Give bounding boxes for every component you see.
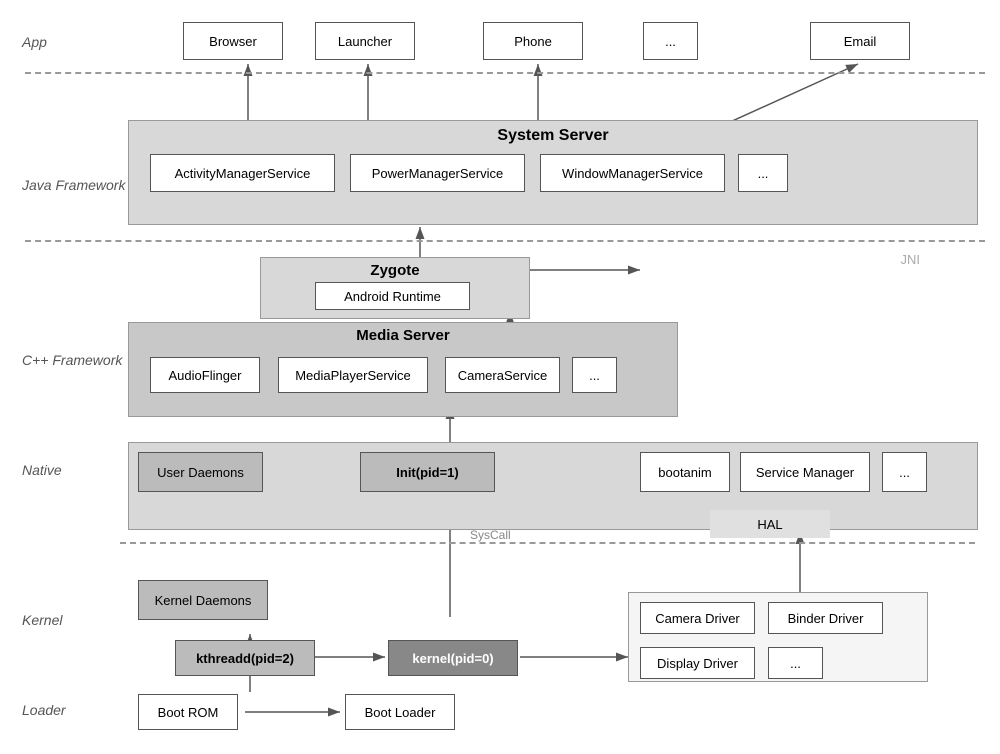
kernel-label: Kernel	[22, 612, 62, 628]
window-manager-service-box: WindowManagerService	[540, 154, 725, 192]
launcher-box: Launcher	[315, 22, 415, 60]
camera-service-box: CameraService	[445, 357, 560, 393]
native-label: Native	[22, 462, 62, 478]
service-manager-box: Service Manager	[740, 452, 870, 492]
init-box: Init(pid=1)	[360, 452, 495, 492]
app-label: App	[22, 34, 47, 50]
media-player-service-box: MediaPlayerService	[278, 357, 428, 393]
zygote-title: Zygote	[260, 262, 530, 279]
app-dots-box: ...	[643, 22, 698, 60]
syscall-line	[120, 542, 975, 544]
phone-box: Phone	[483, 22, 583, 60]
media-server-title: Media Server	[128, 327, 678, 344]
java-label: Java Framework	[22, 177, 125, 193]
kernel-dots-box: ...	[768, 647, 823, 679]
bootanim-box: bootanim	[640, 452, 730, 492]
display-driver-box: Display Driver	[640, 647, 755, 679]
audio-flinger-box: AudioFlinger	[150, 357, 260, 393]
java-dots-box: ...	[738, 154, 788, 192]
email-box: Email	[810, 22, 910, 60]
kthreadd-box: kthreadd(pid=2)	[175, 640, 315, 676]
activity-manager-service-box: ActivityManagerService	[150, 154, 335, 192]
cpp-label: C++ Framework	[22, 352, 122, 368]
power-manager-service-box: PowerManagerService	[350, 154, 525, 192]
camera-driver-box: Camera Driver	[640, 602, 755, 634]
app-dashed-line	[25, 72, 985, 74]
boot-loader-box: Boot Loader	[345, 694, 455, 730]
media-dots-box: ...	[572, 357, 617, 393]
jni-label: JNI	[901, 252, 921, 267]
boot-rom-box: Boot ROM	[138, 694, 238, 730]
kernel-box: kernel(pid=0)	[388, 640, 518, 676]
binder-driver-box: Binder Driver	[768, 602, 883, 634]
diagram-container: Loader Boot ROM Boot Loader Kernel SysCa…	[20, 12, 980, 742]
loader-label: Loader	[22, 702, 66, 718]
user-daemons-box: User Daemons	[138, 452, 263, 492]
java-dashed-line	[25, 240, 985, 242]
kernel-daemons-box: Kernel Daemons	[138, 580, 268, 620]
android-runtime-box: Android Runtime	[315, 282, 470, 310]
system-server-title: System Server	[128, 127, 978, 145]
native-dots-box: ...	[882, 452, 927, 492]
syscall-label: SysCall	[470, 528, 511, 542]
browser-box: Browser	[183, 22, 283, 60]
hal-label-box: HAL	[710, 510, 830, 538]
